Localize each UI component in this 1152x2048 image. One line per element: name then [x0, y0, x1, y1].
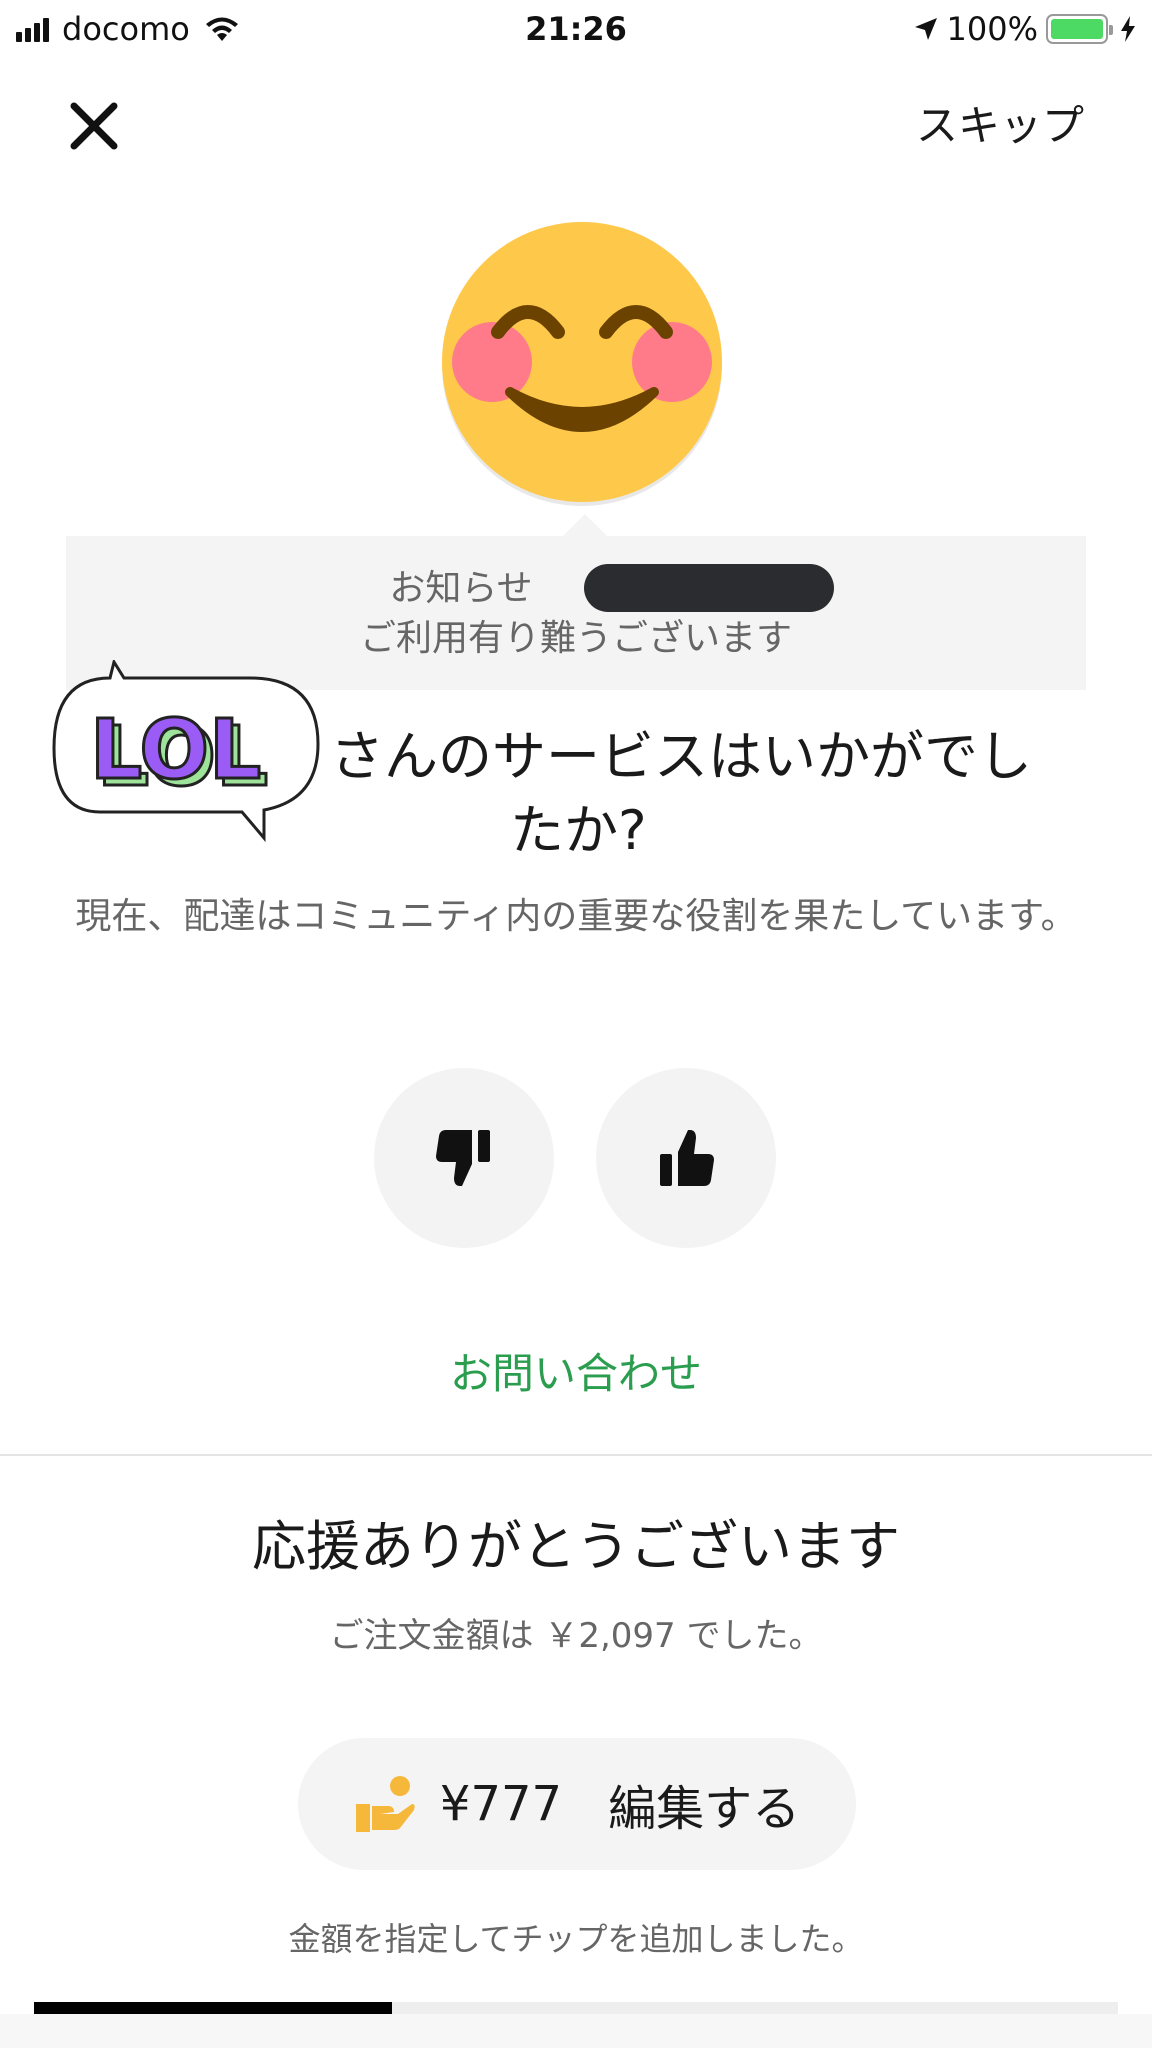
contact-link[interactable]: お問い合わせ	[0, 1340, 1152, 1401]
thumbs-down-icon	[436, 1130, 490, 1186]
order-total: ご注文金額は ￥2,097 でした。	[329, 1616, 823, 1656]
delivery-subtitle: 現在、配達はコミュニティ内の重要な役割を果たしています。	[75, 896, 1077, 937]
question-line1: さんのサービスはいかがでし	[330, 725, 1032, 788]
tip-rating-screen: docomo 21:26 100% スキップ お知らせ ご利用有り難うございます…	[0, 0, 1152, 2048]
lol-sticker: LOL LOL	[52, 660, 320, 843]
close-icon	[70, 102, 118, 150]
skip-button[interactable]: スキップ	[916, 92, 1084, 153]
tip-note: 金額を指定してチップを追加しました。	[288, 1920, 864, 1958]
edit-tip-button[interactable]: ¥777 編集する	[298, 1738, 856, 1870]
progress-bar	[34, 2002, 1118, 2014]
section-divider	[0, 1454, 1152, 1456]
redacted-name	[584, 564, 834, 612]
notice-line1: お知らせ	[389, 568, 533, 609]
thumbs-up-icon	[660, 1130, 714, 1186]
close-button[interactable]	[60, 92, 128, 160]
status-right: 100%	[913, 10, 1138, 48]
thanks-title: 応援ありがとうございます	[252, 1515, 900, 1578]
status-bar: docomo 21:26 100%	[0, 0, 1152, 58]
progress-fill	[34, 2002, 392, 2014]
tip-amount: ¥777	[439, 1776, 563, 1832]
lol-text: LOL	[90, 703, 261, 798]
notice-pointer	[563, 514, 607, 536]
thumbs-up-button[interactable]	[596, 1068, 776, 1248]
smiling-face-blush-icon	[442, 222, 722, 506]
hand-giving-icon	[355, 1776, 415, 1832]
service-question: さんのサービスはいかがでし たか?	[330, 720, 1110, 868]
battery-level	[1051, 19, 1103, 39]
question-line2: たか?	[510, 799, 647, 862]
location-arrow-icon	[914, 18, 937, 40]
tip-edit-label: 編集する	[608, 1781, 801, 1837]
battery-icon	[1046, 14, 1113, 44]
notice-line2: ご利用有り難うございます	[359, 618, 792, 659]
charging-bolt-icon	[1121, 16, 1135, 42]
bottom-area	[0, 2014, 1152, 2048]
battery-percent: 100%	[946, 10, 1038, 48]
thumbs-down-button[interactable]	[374, 1068, 554, 1248]
